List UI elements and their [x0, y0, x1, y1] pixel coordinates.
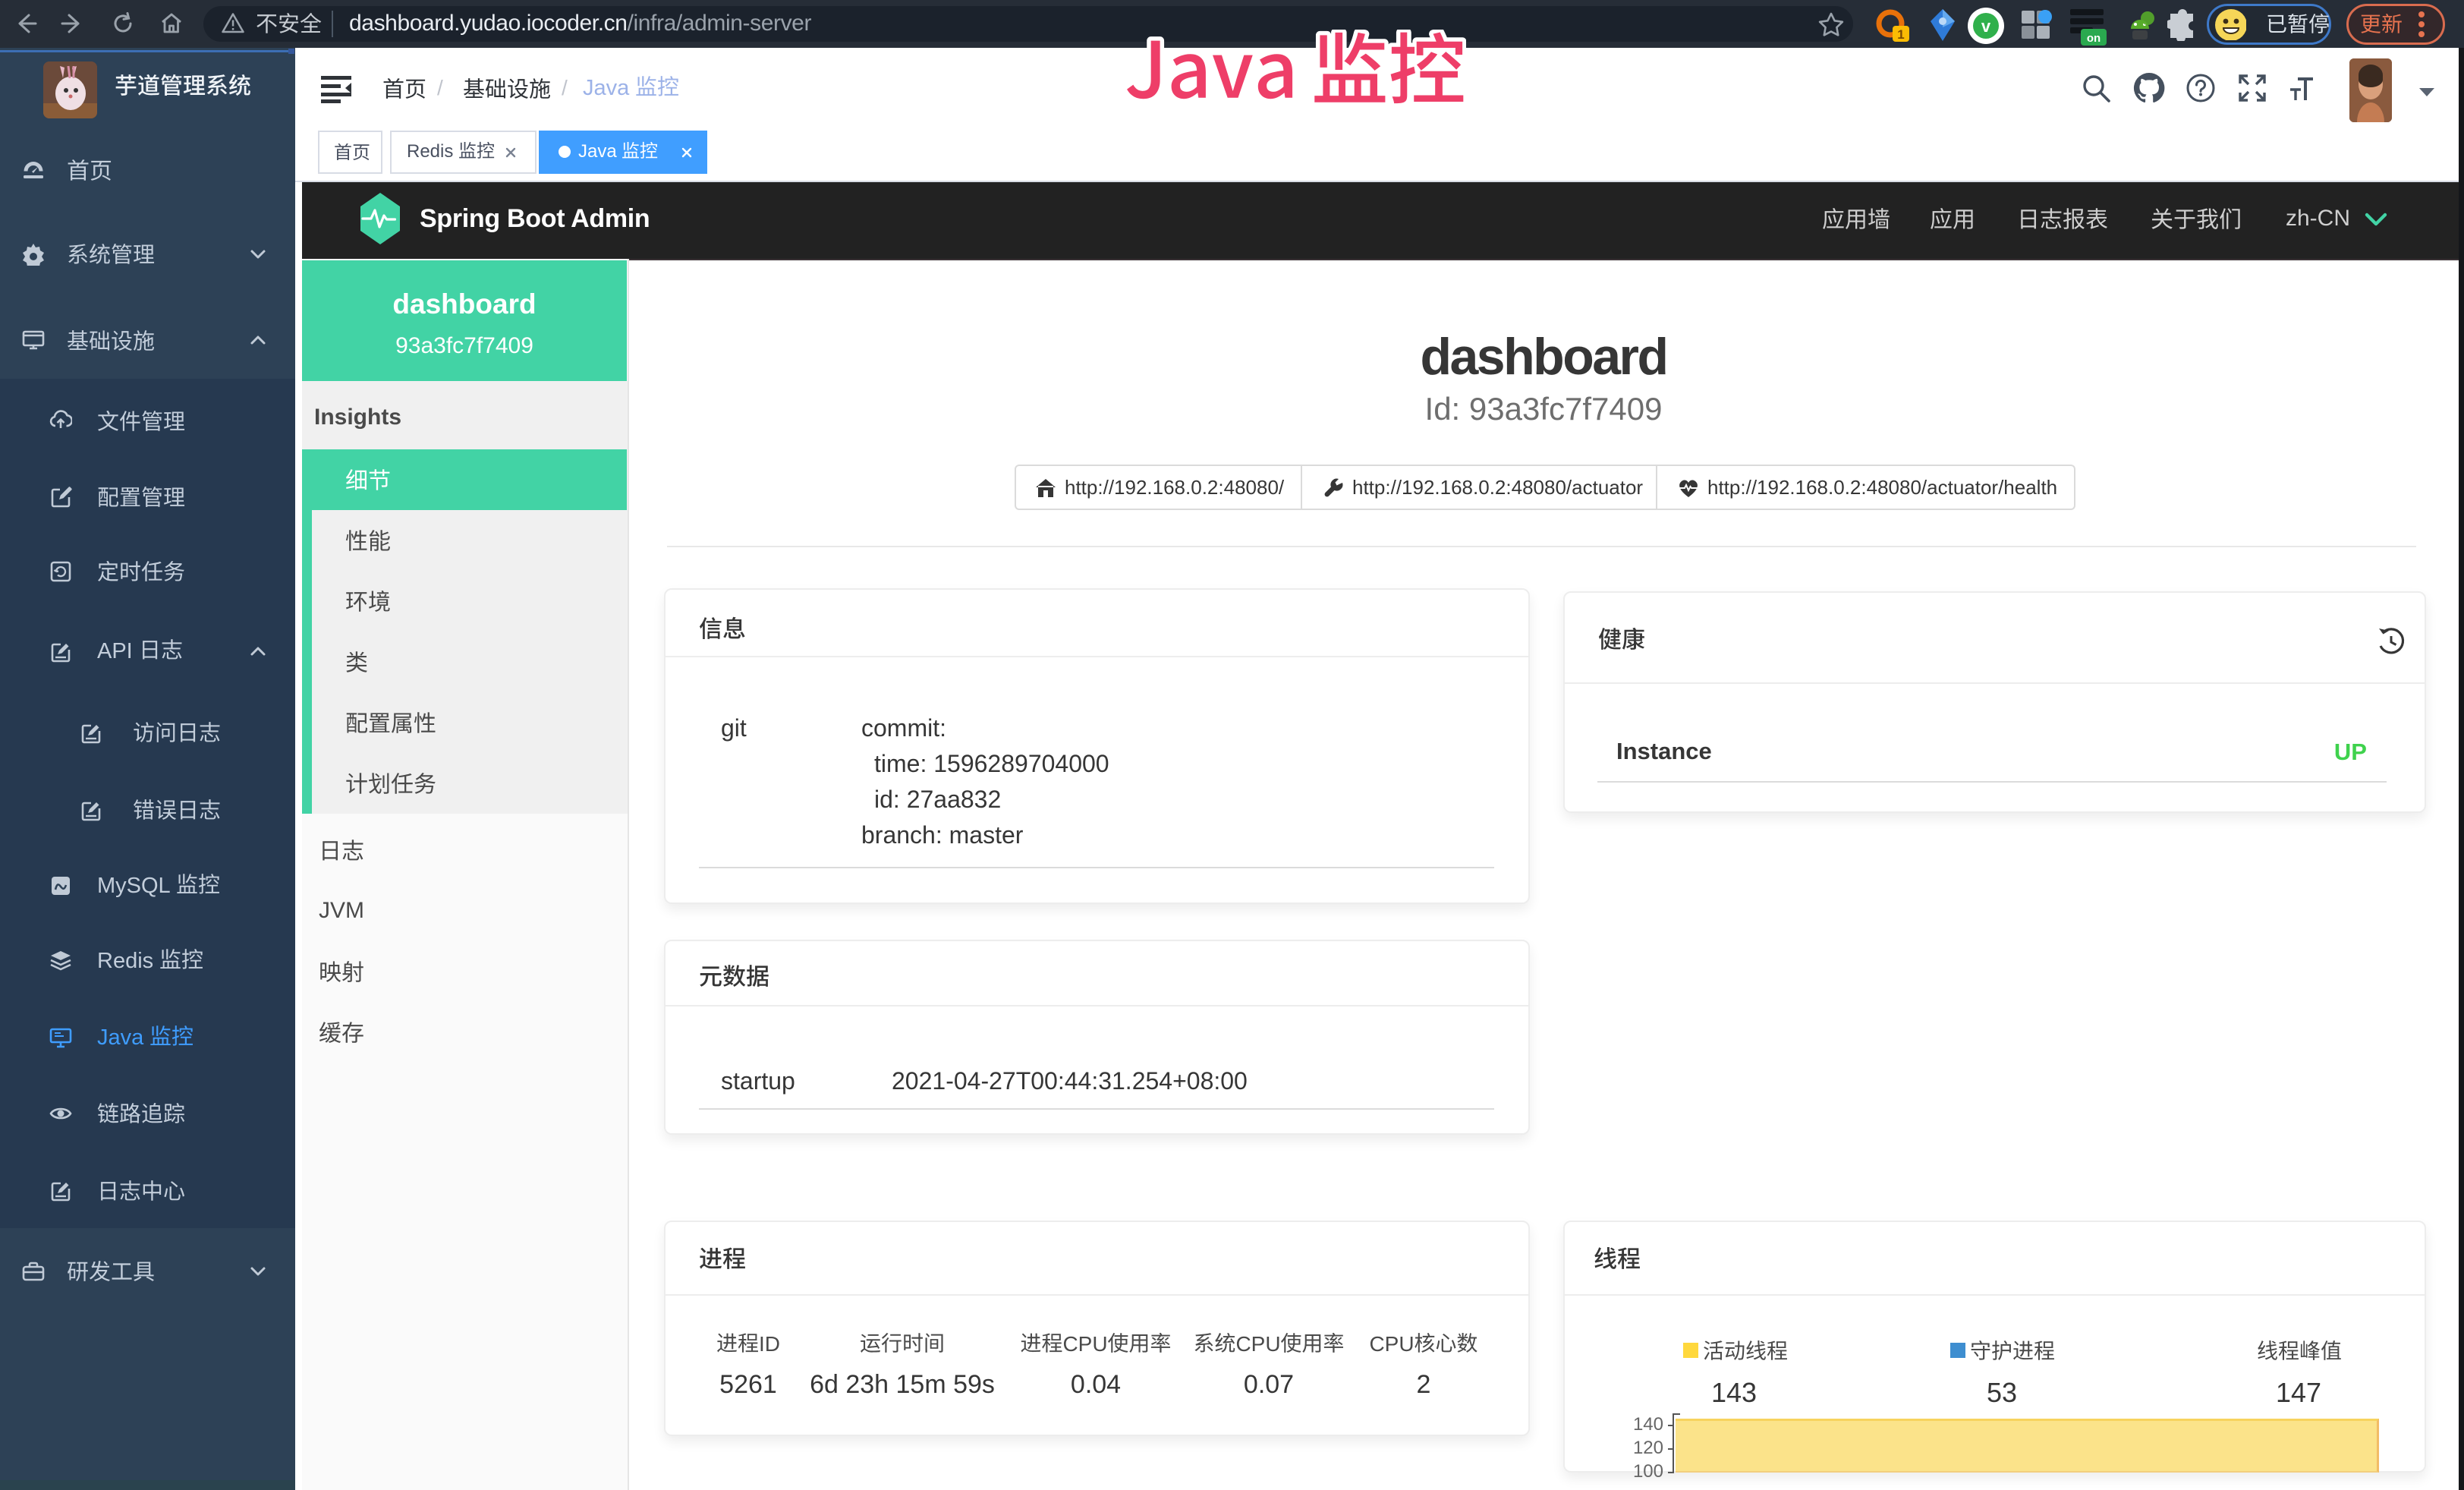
svg-text:1: 1 [1897, 27, 1904, 42]
svg-text:v: v [1981, 17, 1991, 36]
svg-text:on: on [2087, 32, 2101, 45]
